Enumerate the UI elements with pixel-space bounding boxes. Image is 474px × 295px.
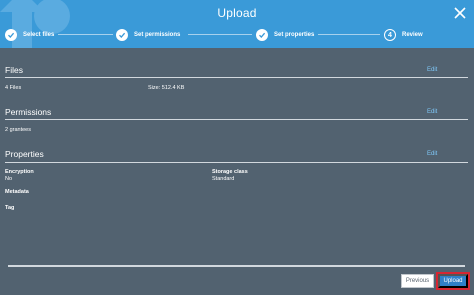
step-connector (318, 34, 380, 35)
storage-class-value: Standard (212, 176, 235, 182)
step-review[interactable]: 4 Review (384, 28, 423, 42)
files-section-title: Files (5, 65, 23, 75)
permissions-section-title: Permissions (5, 107, 52, 117)
files-edit-link[interactable]: Edit (427, 67, 437, 73)
check-icon (116, 29, 128, 41)
dialog-title: Upload (217, 6, 257, 20)
footer-divider (8, 265, 465, 267)
tag-label: Tag (5, 205, 15, 211)
step-number: 4 (384, 29, 396, 41)
properties-edit-link[interactable]: Edit (427, 151, 437, 157)
check-icon (5, 29, 17, 41)
grantees-count: 2 grantees (5, 127, 31, 133)
step-label: Select files (23, 32, 55, 38)
metadata-label: Metadata (5, 189, 29, 195)
properties-section-title: Properties (5, 149, 44, 159)
storage-class-label: Storage class (212, 169, 248, 175)
step-label: Review (402, 32, 423, 38)
upload-button[interactable]: Upload (436, 272, 470, 290)
step-set-properties[interactable]: Set properties (256, 28, 314, 42)
step-connector (58, 34, 113, 35)
close-icon[interactable] (452, 5, 468, 21)
file-size: Size: 512.4 KB (148, 85, 185, 91)
encryption-label: Encryption (5, 169, 34, 175)
encryption-value: No (5, 176, 13, 182)
permissions-edit-link[interactable]: Edit (427, 109, 437, 115)
previous-button[interactable]: Previous (401, 274, 434, 288)
divider (5, 119, 468, 120)
step-label: Set permissions (134, 32, 181, 38)
step-select-files[interactable]: Select files (5, 28, 54, 42)
step-set-permissions[interactable]: Set permissions (116, 28, 180, 42)
divider (5, 77, 468, 78)
step-connector (188, 34, 252, 35)
file-count: 4 Files (5, 85, 22, 91)
wizard-header: Upload Select files Set permissions Set … (0, 0, 474, 48)
step-label: Set properties (274, 32, 315, 38)
divider (5, 162, 468, 163)
check-icon (256, 29, 268, 41)
